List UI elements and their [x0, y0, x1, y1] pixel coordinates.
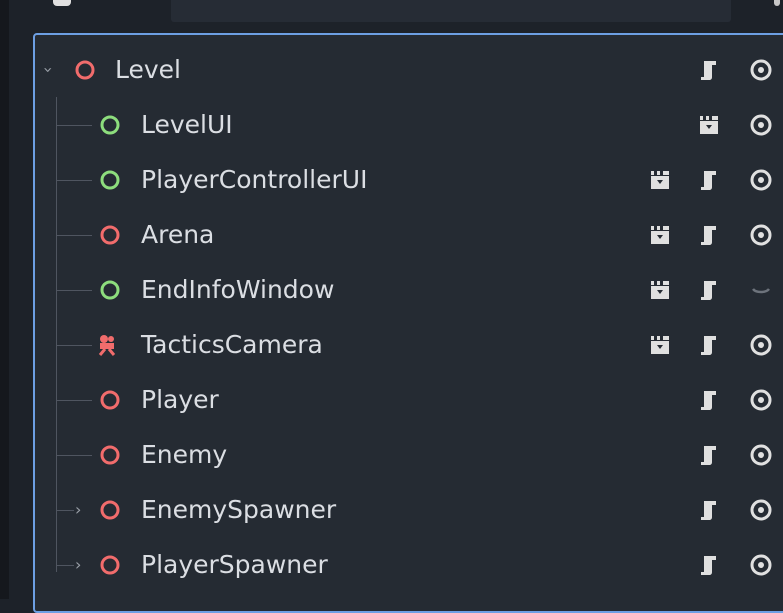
- script-icon[interactable]: [697, 223, 721, 247]
- tree-row-endinfowindow[interactable]: EndInfoWindow: [35, 263, 783, 317]
- tree-row-playercontrollerui[interactable]: PlayerControllerUI: [35, 153, 783, 207]
- visibility-eye-icon[interactable]: [749, 168, 773, 192]
- tree-row-tacticscamera[interactable]: TacticsCamera: [35, 318, 783, 372]
- node-red-circle-icon: [100, 390, 120, 410]
- node-red-circle-icon: [75, 60, 95, 80]
- tree-row-label: PlayerControllerUI: [141, 165, 368, 194]
- visibility-eye-icon[interactable]: [749, 388, 773, 412]
- tree-row-label: EndInfoWindow: [141, 275, 335, 304]
- tree-row-label: EnemySpawner: [141, 495, 337, 524]
- tree-connector: [56, 235, 92, 236]
- hidden-eye-icon[interactable]: [749, 278, 773, 302]
- scene-tree[interactable]: › Level LevelUI PlayerControllerUI Arena: [33, 33, 783, 613]
- node-red-circle-icon: [100, 225, 120, 245]
- tree-row-enemy[interactable]: Enemy: [35, 428, 783, 482]
- tree-connector: [56, 400, 92, 401]
- tree-row-enemyspawner[interactable]: › EnemySpawner: [35, 483, 783, 537]
- visibility-eye-icon[interactable]: [749, 333, 773, 357]
- clapper-icon[interactable]: [648, 333, 672, 357]
- tree-connector: [56, 565, 74, 566]
- tree-row-label: Player: [141, 385, 219, 414]
- clapper-icon[interactable]: [648, 168, 672, 192]
- scene-dock-header: [9, 0, 783, 34]
- tree-row-label: LevelUI: [141, 110, 233, 139]
- tree-row-arena[interactable]: Arena: [35, 208, 783, 262]
- tree-connector: [56, 510, 74, 511]
- tree-connector: [56, 455, 92, 456]
- expand-arrow-icon[interactable]: ›: [21, 67, 75, 73]
- tree-row-label: PlayerSpawner: [141, 550, 328, 579]
- filter-nodes-input[interactable]: [171, 0, 731, 22]
- node-red-circle-icon: [100, 445, 120, 465]
- script-icon[interactable]: [697, 388, 721, 412]
- script-icon[interactable]: [697, 58, 721, 82]
- script-icon[interactable]: [697, 553, 721, 577]
- tree-row-label: Arena: [141, 220, 215, 249]
- dock-menu-button[interactable]: [774, 0, 780, 6]
- script-icon[interactable]: [697, 168, 721, 192]
- collapse-arrow-icon[interactable]: ›: [75, 538, 81, 592]
- clapper-icon[interactable]: [648, 278, 672, 302]
- visibility-eye-icon[interactable]: [749, 443, 773, 467]
- visibility-eye-icon[interactable]: [749, 223, 773, 247]
- node-red-circle-icon: [100, 555, 120, 575]
- tree-connector: [56, 180, 92, 181]
- tree-connector: [56, 290, 92, 291]
- script-icon[interactable]: [697, 443, 721, 467]
- script-icon[interactable]: [697, 278, 721, 302]
- node-green-circle-icon: [100, 170, 120, 190]
- node-red-circle-icon: [100, 500, 120, 520]
- tree-row-level[interactable]: › Level: [35, 43, 783, 97]
- left-panel-edge: [0, 0, 9, 599]
- tree-row-label: TacticsCamera: [141, 330, 323, 359]
- visibility-eye-icon[interactable]: [749, 113, 773, 137]
- clapper-icon[interactable]: [648, 223, 672, 247]
- visibility-eye-icon[interactable]: [749, 498, 773, 522]
- tree-row-levelui[interactable]: LevelUI: [35, 98, 783, 152]
- clapper-icon[interactable]: [697, 113, 721, 137]
- visibility-eye-icon[interactable]: [749, 58, 773, 82]
- node-green-circle-icon: [100, 280, 120, 300]
- node-green-circle-icon: [100, 115, 120, 135]
- tree-row-player[interactable]: Player: [35, 373, 783, 427]
- script-icon[interactable]: [697, 333, 721, 357]
- tree-row-label: Level: [115, 55, 181, 84]
- script-icon[interactable]: [697, 498, 721, 522]
- tree-connector: [56, 125, 92, 126]
- collapse-arrow-icon[interactable]: ›: [75, 483, 81, 537]
- tree-row-label: Enemy: [141, 440, 228, 469]
- add-node-button[interactable]: [53, 0, 71, 6]
- camera-node-icon: [98, 335, 116, 356]
- visibility-eye-icon[interactable]: [749, 553, 773, 577]
- tree-connector: [56, 345, 92, 346]
- tree-row-playerspawner[interactable]: › PlayerSpawner: [35, 538, 783, 592]
